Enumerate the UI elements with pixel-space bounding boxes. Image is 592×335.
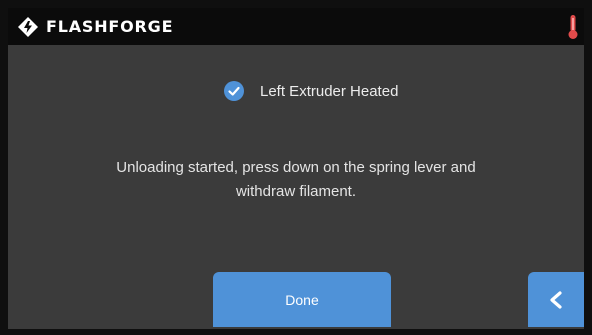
checkmark-circle-icon — [224, 81, 244, 101]
brand-name: FLASHFORGE — [46, 17, 174, 36]
done-button[interactable]: Done — [213, 272, 391, 327]
printer-screen: FLASHFORGE Left Extruder Heated Unloadin… — [8, 8, 584, 329]
top-bar: FLASHFORGE — [8, 8, 584, 45]
thermometer-icon[interactable] — [567, 14, 579, 40]
flashforge-logo-icon — [18, 17, 38, 37]
instruction-line-1: Unloading started, press down on the spr… — [116, 159, 476, 176]
status-label: Left Extruder Heated — [260, 82, 399, 100]
back-button[interactable] — [528, 272, 584, 327]
instruction-line-2: withdraw filament. — [235, 183, 357, 200]
instruction-message: Unloading started, press down on the spr… — [68, 156, 524, 204]
chevron-left-icon — [550, 290, 562, 309]
extruder-heated-status: Left Extruder Heated — [224, 80, 398, 102]
